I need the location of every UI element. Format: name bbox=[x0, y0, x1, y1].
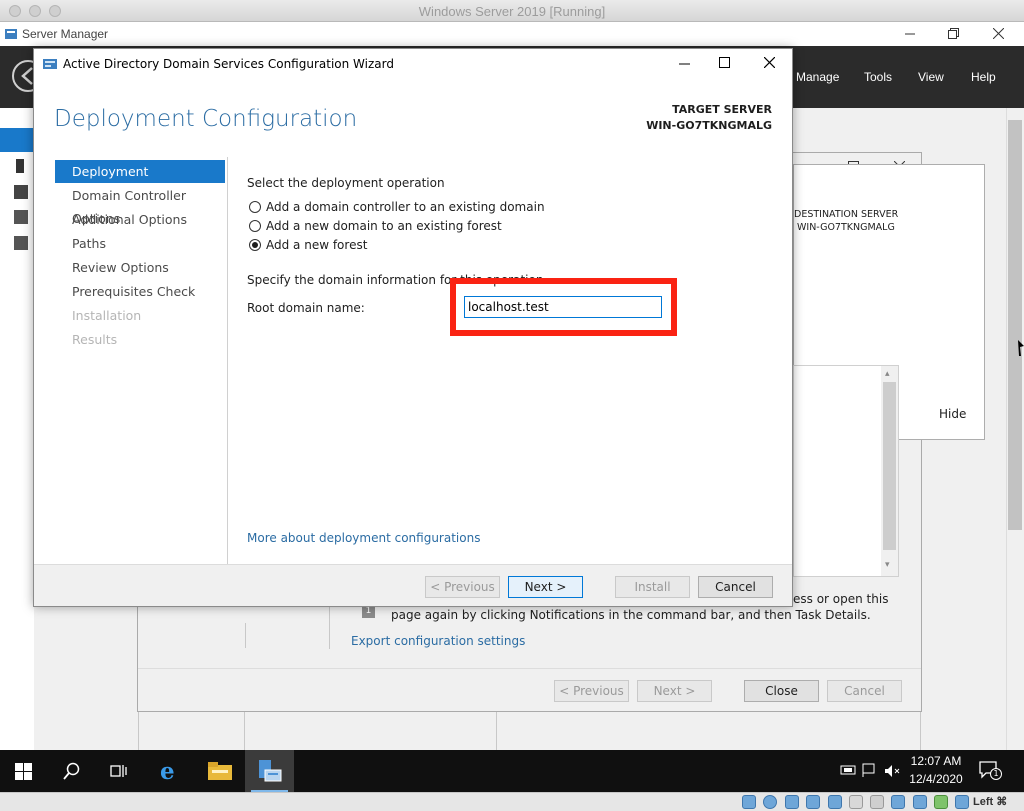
volume-icon[interactable] bbox=[884, 763, 902, 779]
server-manager-icon bbox=[5, 29, 17, 39]
content-frame bbox=[138, 712, 921, 750]
optical-drive-icon[interactable] bbox=[742, 795, 756, 809]
export-configuration-link[interactable]: Export configuration settings bbox=[351, 634, 525, 648]
bg-footer: < Previous Next > Close Cancel bbox=[138, 668, 921, 711]
restore-icon[interactable] bbox=[948, 28, 959, 39]
host-title-bar: Windows Server 2019 [Running] bbox=[0, 0, 1024, 22]
menu-help[interactable]: Help bbox=[971, 70, 996, 84]
nav-paths[interactable]: Paths bbox=[55, 232, 225, 255]
scroll-down-icon[interactable]: ▾ bbox=[885, 560, 890, 570]
nav-installation: Installation bbox=[72, 308, 142, 323]
display-icon[interactable] bbox=[849, 795, 863, 809]
dashboard-icon[interactable] bbox=[0, 128, 34, 152]
bg-divider-left bbox=[245, 623, 246, 648]
mouse-cursor-icon bbox=[1018, 340, 1024, 356]
video-capture-icon[interactable] bbox=[870, 795, 884, 809]
bg-notice-line2: page again by clicking Notifications in … bbox=[391, 608, 871, 622]
action-center-flag-icon[interactable] bbox=[862, 763, 878, 777]
notification-count-badge: 1 bbox=[990, 768, 1002, 780]
host-key-label: Left ⌘ bbox=[973, 796, 1008, 808]
server-manager-scroll-thumb[interactable] bbox=[1008, 120, 1022, 530]
bg-results-scrollbar[interactable]: ▴ ▾ bbox=[881, 366, 898, 576]
search-icon[interactable] bbox=[63, 762, 81, 780]
wizard-maximize-icon[interactable] bbox=[719, 57, 730, 68]
nav-review-options[interactable]: Review Options bbox=[55, 256, 225, 279]
server-manager-title-bar: Server Manager bbox=[0, 22, 1024, 46]
wizard-title-bar: Active Directory Domain Services Configu… bbox=[34, 49, 792, 79]
ad-ds-icon[interactable] bbox=[14, 210, 28, 224]
menu-tools[interactable]: Tools bbox=[864, 70, 892, 84]
server-manager-taskbar-icon bbox=[259, 760, 282, 782]
ad-ds-configuration-wizard: Active Directory Domain Services Configu… bbox=[33, 48, 793, 607]
wizard-footer: < Previous Next > Install Cancel bbox=[34, 564, 792, 606]
recording-icon[interactable] bbox=[891, 795, 905, 809]
vm-status-bar: Left ⌘ bbox=[0, 792, 1024, 811]
destination-server-name: WIN-GO7TKNGMALG bbox=[797, 222, 895, 233]
menu-manage[interactable]: Manage bbox=[796, 70, 839, 84]
wizard-title: Active Directory Domain Services Configu… bbox=[63, 57, 394, 71]
server-manager-title: Server Manager bbox=[22, 27, 109, 41]
destination-server-label: DESTINATION SERVER bbox=[794, 209, 899, 220]
wizard-minimize-icon[interactable] bbox=[679, 63, 690, 65]
wizard-close-icon[interactable] bbox=[764, 57, 775, 68]
wizard-nav-divider bbox=[227, 157, 228, 564]
bg-previous-button[interactable]: < Previous bbox=[554, 680, 629, 702]
audio-icon[interactable] bbox=[763, 795, 777, 809]
previous-button[interactable]: < Previous bbox=[425, 576, 500, 598]
local-server-icon[interactable] bbox=[16, 159, 24, 173]
all-servers-icon[interactable] bbox=[14, 185, 28, 199]
next-button[interactable]: Next > bbox=[508, 576, 583, 598]
close-icon[interactable] bbox=[993, 28, 1004, 39]
more-about-deployment-link[interactable]: More about deployment configurations bbox=[247, 531, 480, 545]
scroll-up-icon[interactable]: ▴ bbox=[885, 369, 890, 379]
nav-prerequisites-check[interactable]: Prerequisites Check bbox=[55, 280, 225, 303]
network-adapter-icon[interactable] bbox=[785, 795, 799, 809]
hide-link[interactable]: Hide bbox=[939, 407, 966, 421]
mouse-integration-icon[interactable] bbox=[934, 795, 948, 809]
server-manager-sidebar bbox=[0, 108, 34, 750]
network-icon[interactable] bbox=[840, 764, 856, 776]
nav-domain-controller-options[interactable]: Domain Controller Options bbox=[55, 184, 225, 226]
vt-x-icon[interactable] bbox=[913, 795, 927, 809]
bg-notice-line1: ess or open this bbox=[793, 592, 889, 606]
select-operation-label: Select the deployment operation bbox=[247, 176, 445, 190]
windows-start-icon[interactable] bbox=[15, 763, 32, 780]
page-title: Deployment Configuration bbox=[54, 106, 358, 132]
bg-cancel-button[interactable]: Cancel bbox=[827, 680, 902, 702]
clock-time[interactable]: 12:07 AM bbox=[906, 754, 966, 768]
nav-results: Results bbox=[72, 332, 118, 347]
clock-date[interactable]: 12/4/2020 bbox=[906, 772, 966, 786]
radio-add-new-forest[interactable] bbox=[249, 239, 261, 251]
internet-explorer-icon[interactable]: e bbox=[160, 758, 175, 785]
target-server-label: TARGET SERVER bbox=[672, 103, 772, 116]
keyboard-capture-icon[interactable] bbox=[955, 795, 969, 809]
install-button[interactable]: Install bbox=[615, 576, 690, 598]
task-view-icon[interactable] bbox=[110, 762, 130, 780]
file-explorer-icon[interactable] bbox=[208, 762, 232, 780]
server-manager-taskbar-button[interactable] bbox=[245, 750, 294, 792]
minimize-icon[interactable] bbox=[905, 29, 915, 39]
radio-add-domain-existing-forest[interactable] bbox=[249, 220, 261, 232]
option-add-dc-existing-domain[interactable]: Add a domain controller to an existing d… bbox=[266, 200, 545, 214]
nav-deployment-configuration[interactable]: Deployment Configuration bbox=[55, 160, 225, 202]
menu-view[interactable]: View bbox=[918, 70, 944, 84]
file-services-icon[interactable] bbox=[14, 236, 28, 250]
bg-results-scroll-thumb[interactable] bbox=[883, 382, 896, 550]
option-add-new-forest[interactable]: Add a new forest bbox=[266, 238, 367, 252]
target-server-name: WIN-GO7TKNGMALG bbox=[646, 119, 772, 132]
bg-next-button[interactable]: Next > bbox=[637, 680, 712, 702]
notifications-button[interactable]: 1 bbox=[978, 760, 1002, 780]
shared-folders-icon[interactable] bbox=[828, 795, 842, 809]
option-add-domain-existing-forest[interactable]: Add a new domain to an existing forest bbox=[266, 219, 502, 233]
nav-additional-options[interactable]: Additional Options bbox=[55, 208, 225, 231]
bg-close-button[interactable]: Close bbox=[744, 680, 819, 702]
radio-add-dc-existing-domain[interactable] bbox=[249, 201, 261, 213]
root-domain-input[interactable] bbox=[464, 296, 662, 318]
ad-wizard-icon bbox=[43, 59, 57, 69]
usb-icon[interactable] bbox=[806, 795, 820, 809]
host-window-title: Windows Server 2019 [Running] bbox=[418, 4, 606, 19]
cancel-button[interactable]: Cancel bbox=[698, 576, 773, 598]
root-domain-label: Root domain name: bbox=[247, 301, 365, 315]
windows-taskbar: e 12:07 AM 12/4/2020 1 bbox=[0, 750, 1024, 792]
